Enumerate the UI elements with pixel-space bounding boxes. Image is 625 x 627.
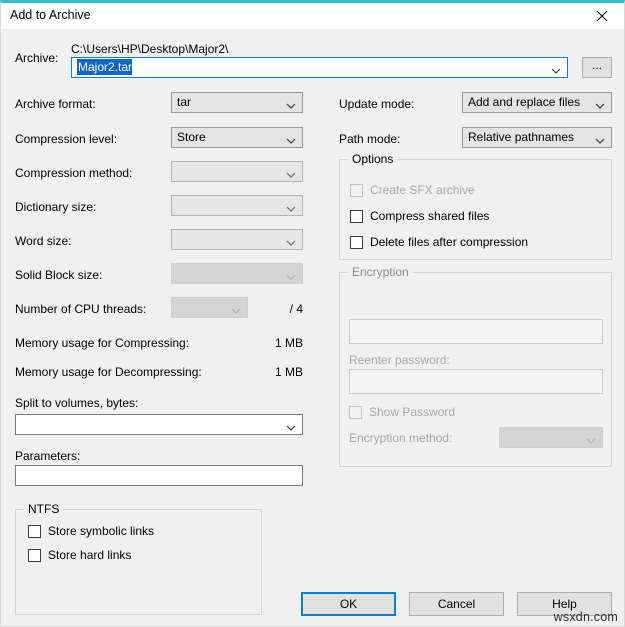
- chevron-down-icon: [286, 420, 296, 430]
- ok-button-label: OK: [340, 597, 357, 611]
- encryption-method-combo: [499, 427, 603, 448]
- archive-name-combo[interactable]: Major2.tar: [71, 57, 568, 78]
- cpu-threads-combo: [171, 297, 248, 318]
- split-volumes-label: Split to volumes, bytes:: [15, 396, 138, 410]
- compression-level-value: Store: [177, 128, 280, 147]
- checkbox-box-icon: [28, 549, 41, 562]
- checkbox-compress-shared-files[interactable]: Compress shared files: [350, 209, 489, 223]
- checkbox-delete-files-after-compression[interactable]: Delete files after compression: [350, 235, 528, 249]
- watermark: wsxdn.com: [554, 610, 618, 624]
- cancel-button[interactable]: Cancel: [409, 592, 504, 616]
- chevron-down-icon: [286, 167, 296, 177]
- update-mode-value: Add and replace files: [468, 93, 589, 112]
- cpu-threads-label: Number of CPU threads:: [15, 302, 146, 316]
- archive-format-label: Archive format:: [15, 97, 96, 111]
- help-button-label: Help: [552, 597, 577, 611]
- reenter-password-label: Reenter password:: [349, 353, 450, 367]
- add-to-archive-dialog: Add to Archive Archive: C:\Users\HP\Desk…: [0, 0, 625, 627]
- chevron-down-icon: [551, 63, 561, 73]
- archive-format-combo[interactable]: tar: [171, 92, 303, 113]
- memory-decompressing-value: 1 MB: [201, 365, 303, 379]
- cancel-button-label: Cancel: [438, 597, 475, 611]
- dictionary-size-label: Dictionary size:: [15, 200, 96, 214]
- parameters-label: Parameters:: [15, 449, 80, 463]
- chevron-down-icon: [231, 303, 241, 313]
- chevron-down-icon: [286, 201, 296, 211]
- ntfs-group-title: NTFS: [24, 502, 63, 516]
- checkbox-box-icon: [350, 210, 363, 223]
- archive-name-input[interactable]: Major2.tar: [77, 58, 545, 77]
- solid-block-size-label: Solid Block size:: [15, 268, 102, 282]
- word-size-label: Word size:: [15, 234, 71, 248]
- checkbox-label: Create SFX archive: [370, 183, 475, 197]
- chevron-down-icon: [286, 98, 296, 108]
- compression-level-label: Compression level:: [15, 132, 117, 146]
- chevron-down-icon: [286, 133, 296, 143]
- checkbox-box-icon: [28, 525, 41, 538]
- checkbox-box-icon: [349, 406, 362, 419]
- memory-compressing-label: Memory usage for Compressing:: [15, 336, 189, 350]
- path-mode-combo[interactable]: Relative pathnames: [462, 127, 612, 148]
- browse-button-label: ...: [592, 58, 602, 72]
- chevron-down-icon: [595, 98, 605, 108]
- solid-block-size-combo: [171, 263, 303, 284]
- memory-compressing-value: 1 MB: [201, 336, 303, 350]
- browse-button[interactable]: ...: [582, 57, 612, 78]
- update-mode-label: Update mode:: [339, 97, 414, 111]
- title-bar: Add to Archive: [1, 3, 624, 29]
- path-mode-value: Relative pathnames: [468, 128, 589, 147]
- window-title: Add to Archive: [10, 8, 91, 22]
- chevron-down-icon: [286, 235, 296, 245]
- archive-name-value: Major2.tar: [77, 59, 132, 75]
- memory-decompressing-label: Memory usage for Decompressing:: [15, 365, 202, 379]
- checkbox-label: Show Password: [369, 405, 455, 419]
- checkbox-label: Delete files after compression: [370, 235, 528, 249]
- options-group-title: Options: [348, 152, 397, 166]
- enter-password-input: [349, 319, 603, 344]
- checkbox-box-icon: [350, 184, 363, 197]
- compression-method-combo[interactable]: [171, 161, 303, 182]
- compression-level-combo[interactable]: Store: [171, 127, 303, 148]
- close-icon: [596, 10, 608, 22]
- checkbox-store-hard-links[interactable]: Store hard links: [28, 548, 131, 562]
- close-button[interactable]: [579, 3, 624, 29]
- compression-method-label: Compression method:: [15, 166, 132, 180]
- update-mode-combo[interactable]: Add and replace files: [462, 92, 612, 113]
- parameters-input[interactable]: [15, 465, 303, 486]
- archive-format-value: tar: [177, 93, 280, 112]
- chevron-down-icon: [586, 433, 596, 443]
- encryption-group-title: Encryption: [348, 265, 413, 279]
- archive-path-text: C:\Users\HP\Desktop\Major2\: [71, 42, 228, 56]
- ok-button[interactable]: OK: [301, 592, 396, 616]
- chevron-down-icon: [595, 133, 605, 143]
- word-size-combo[interactable]: [171, 229, 303, 250]
- checkbox-show-password: Show Password: [349, 405, 455, 419]
- chevron-down-icon: [286, 269, 296, 279]
- path-mode-label: Path mode:: [339, 132, 400, 146]
- checkbox-label: Store symbolic links: [48, 524, 154, 538]
- dictionary-size-combo[interactable]: [171, 195, 303, 216]
- checkbox-create-sfx-archive: Create SFX archive: [350, 183, 475, 197]
- encryption-method-label: Encryption method:: [349, 431, 452, 445]
- checkbox-store-symbolic-links[interactable]: Store symbolic links: [28, 524, 154, 538]
- checkbox-label: Store hard links: [48, 548, 131, 562]
- archive-label: Archive:: [15, 51, 58, 65]
- checkbox-box-icon: [350, 236, 363, 249]
- cpu-threads-total: / 4: [263, 302, 303, 316]
- split-volumes-combo[interactable]: [15, 414, 303, 435]
- reenter-password-input: [349, 369, 603, 394]
- checkbox-label: Compress shared files: [370, 209, 489, 223]
